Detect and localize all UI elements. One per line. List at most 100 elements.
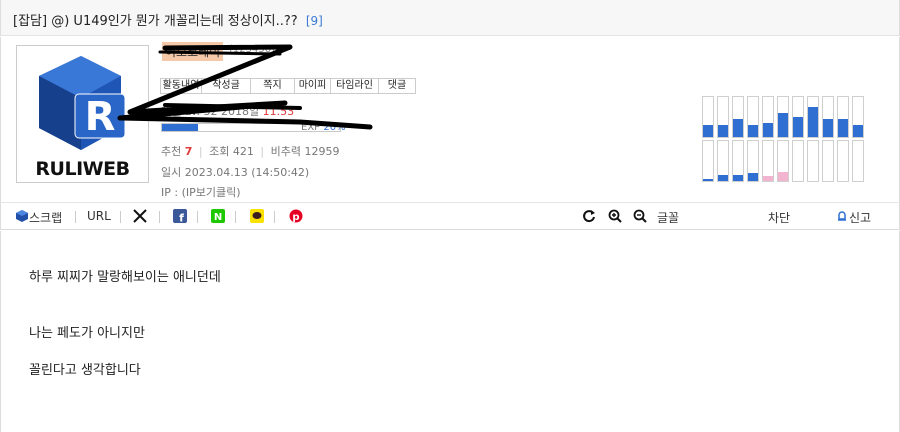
graph-bar-fill [778, 172, 788, 181]
post-toolbar: 스크랩 URL f N p 글꼴 차단 신고 [0, 202, 900, 230]
level-extra: 11.53 [262, 105, 295, 118]
graph-bar [792, 96, 804, 138]
level-info: 레벨 Lv. 32 2018일 11.53 [161, 103, 294, 119]
exp-progress-fill [162, 124, 198, 131]
post-stats: 추천 7 | 조회 421 | 비추력 12959 [161, 145, 340, 158]
views-label: 조회 [209, 145, 230, 158]
body-line-1: 하루 찌찌가 말랑해보이는 애니던데 [29, 270, 221, 285]
graph-bar [732, 96, 744, 138]
author-profile: R RULIWEB 이모코레이 (123456) 활동내역 작성글 쪽지 마이피… [0, 37, 900, 202]
graph-bar [807, 96, 819, 138]
comment-count-link[interactable]: [9] [306, 14, 323, 28]
graph-bar-fill [838, 119, 848, 137]
graph-bar [807, 140, 819, 182]
graph-bar [837, 140, 849, 182]
naver-icon[interactable]: N [211, 209, 225, 223]
tab-message[interactable]: 쪽지 [250, 78, 295, 94]
graph-bar-fill [703, 125, 713, 137]
ruliweb-logo-text: RULIWEB [35, 158, 130, 180]
graph-bar-fill [718, 175, 728, 181]
post-category: [잡담] [13, 14, 48, 29]
refresh-icon[interactable] [582, 209, 596, 223]
font-button[interactable]: 글꼴 [657, 209, 679, 226]
x-share-icon[interactable] [133, 209, 147, 223]
influence-value: 12959 [304, 145, 340, 158]
graph-bar [717, 140, 729, 182]
graph-bar [852, 140, 864, 182]
graph-bar [762, 140, 774, 182]
tab-timeline[interactable]: 타임라인 [330, 78, 379, 94]
scrap-cube-icon[interactable] [15, 209, 29, 223]
ip-value[interactable]: (IP보기클릭) [182, 186, 241, 199]
post-title-bar: [잡담] @) U149인가 뭔가 개꼴리는데 정상이지..?? [9] [0, 0, 900, 36]
zoom-in-icon[interactable] [608, 209, 622, 223]
url-button[interactable]: URL [87, 209, 111, 223]
graph-bar [762, 96, 774, 138]
author-nickname[interactable]: 이모코레이 [162, 42, 224, 61]
body-line-3: 꼴린다고 생각합니다 [29, 363, 141, 378]
graph-bar [702, 140, 714, 182]
graph-bar-fill [763, 123, 773, 137]
views-count: 421 [232, 145, 254, 158]
tab-comments[interactable]: 댓글 [378, 78, 416, 94]
tab-posts[interactable]: 작성글 [201, 78, 251, 94]
level-value: Lv. 32 [184, 105, 218, 118]
kakaotalk-icon[interactable] [250, 209, 264, 223]
author-menu: 활동내역 작성글 쪽지 마이피 타임라인 댓글 [160, 78, 416, 94]
graph-bar [777, 140, 789, 182]
graph-bar [747, 96, 759, 138]
report-button[interactable]: 신고 [849, 209, 871, 226]
ip-label: IP : [161, 186, 179, 199]
graph-bar-fill [853, 125, 863, 137]
graph-bar [732, 140, 744, 182]
report-bell-icon[interactable] [835, 209, 849, 223]
author-id: (123456) [229, 44, 275, 55]
level-label: 레벨 [161, 105, 182, 118]
graph-bar-fill [718, 125, 728, 137]
tab-activity[interactable]: 활동내역 [160, 78, 202, 94]
graph-bar-fill [703, 179, 713, 181]
date-value: 2023.04.13 (14:50:42) [184, 166, 310, 179]
graph-bar [837, 96, 849, 138]
graph-bar-fill [748, 125, 758, 137]
post-ip: IP : (IP보기클릭) [161, 184, 241, 200]
post-body: 하루 찌찌가 말랑해보이는 애니던데 나는 페도가 아니지만 꼴린다고 생각합니… [0, 231, 900, 432]
graph-bar [747, 140, 759, 182]
recommend-count: 7 [184, 145, 193, 158]
graph-bar [702, 96, 714, 138]
body-line-2: 나는 페도가 아니지만 [29, 326, 145, 341]
scrap-button[interactable]: 스크랩 [29, 209, 62, 226]
zoom-out-icon[interactable] [633, 209, 647, 223]
tab-mypi[interactable]: 마이피 [294, 78, 331, 94]
exp-info: EXP 20% [301, 122, 346, 133]
activity-graph-bottom [702, 140, 874, 182]
graph-bar [852, 96, 864, 138]
graph-bar [777, 96, 789, 138]
facebook-icon[interactable]: f [173, 209, 187, 223]
graph-bar-fill [748, 173, 758, 181]
graph-bar-fill [808, 107, 818, 137]
graph-bar [822, 140, 834, 182]
graph-bar-fill [763, 176, 773, 181]
svg-text:p: p [292, 212, 299, 223]
post-title-text: @) U149인가 뭔가 개꼴리는데 정상이지..?? [51, 14, 298, 29]
pinterest-icon[interactable]: p [289, 209, 303, 223]
exp-value: 20% [323, 122, 346, 133]
ruliweb-logo-icon: R [39, 56, 126, 150]
svg-text:N: N [214, 212, 222, 223]
block-button[interactable]: 차단 [768, 209, 790, 226]
graph-bar [822, 96, 834, 138]
avatar[interactable]: R RULIWEB [16, 45, 149, 183]
svg-text:R: R [85, 94, 116, 140]
graph-bar-fill [733, 119, 743, 137]
svg-text:f: f [179, 212, 184, 224]
graph-bar-fill [778, 113, 788, 137]
post-date: 일시 2023.04.13 (14:50:42) [161, 164, 309, 180]
post-title: [잡담] @) U149인가 뭔가 개꼴리는데 정상이지..?? [9] [13, 10, 323, 29]
graph-bar [792, 140, 804, 182]
activity-graph-top [702, 96, 874, 138]
exp-label: EXP [301, 122, 321, 133]
graph-bar-fill [733, 175, 743, 181]
influence-label: 비추력 [270, 145, 301, 158]
graph-bar-fill [793, 117, 803, 137]
